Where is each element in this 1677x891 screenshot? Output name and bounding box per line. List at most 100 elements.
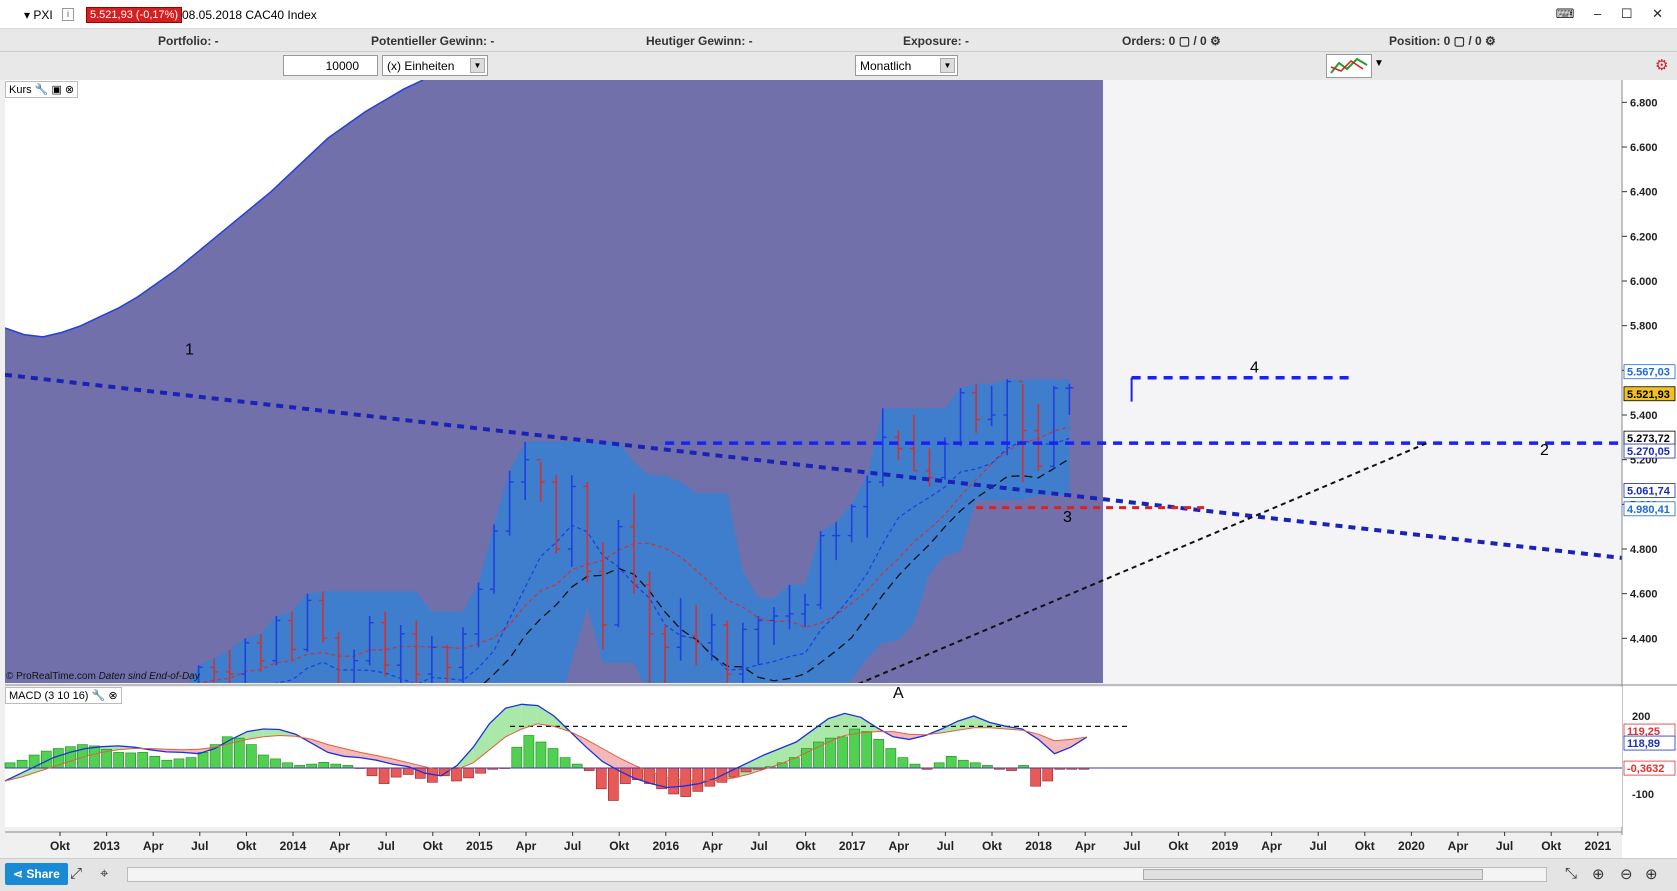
close-icon[interactable]: ⊗	[108, 690, 117, 702]
scrollbar-thumb[interactable]	[1143, 869, 1483, 880]
exposure-status: Exposure: -	[903, 34, 970, 48]
macd-histogram-bar	[813, 741, 824, 769]
date-instrument: 08.05.2018 CAC40 Index	[182, 8, 317, 22]
macd-histogram-bar	[668, 767, 679, 795]
macd-histogram-bar	[559, 757, 571, 769]
price-panel-title: Kurs	[9, 84, 32, 96]
macd-histogram-bar	[197, 752, 209, 769]
zoom-reset-icon[interactable]: ⊕	[1592, 865, 1605, 883]
annotation-label: 3	[1063, 509, 1072, 526]
y-tick-label: 5.800	[1630, 321, 1658, 333]
window-icon[interactable]: ▣	[51, 84, 61, 96]
annotation-label: 2	[1540, 442, 1549, 459]
macd-histogram-bar	[1030, 767, 1041, 787]
horizontal-scrollbar[interactable]	[127, 867, 1547, 882]
share-icon: ⋖	[13, 867, 27, 881]
x-tick-label: 2018	[1025, 839, 1052, 853]
macd-histogram-bar	[861, 731, 873, 769]
y-tick-label: 6.000	[1630, 276, 1658, 288]
macd-histogram-bar	[65, 746, 76, 769]
x-tick-label: Jul	[1310, 839, 1327, 853]
crosshair-tool-icon[interactable]: ⌖	[100, 865, 108, 882]
x-tick-label: 2016	[652, 839, 679, 853]
macd-panel-title: MACD (3 10 16)	[9, 690, 89, 702]
price-badge: 5.521,93 (-0,17%)	[86, 7, 183, 23]
cursor-tool-icon[interactable]: ⤢	[70, 865, 82, 882]
macd-histogram-bar	[680, 767, 692, 797]
y-tick-label: 4.800	[1630, 544, 1658, 556]
x-tick-label: Okt	[1355, 839, 1375, 853]
macd-histogram-bar	[149, 755, 161, 769]
x-tick-label: 2020	[1398, 839, 1425, 853]
macd-histogram-bar	[475, 767, 486, 774]
y-tick-label: 4.400	[1630, 633, 1658, 645]
macd-histogram-bar	[1042, 767, 1054, 782]
bottom-toolbar: ⋖ Share ⤢ ⌖ ⤡ ⊕ ⊖ ⊕	[0, 858, 1677, 891]
info-icon[interactable]: i	[62, 8, 74, 21]
y-tick-label: 6.400	[1630, 187, 1658, 199]
macd-histogram-bar	[788, 757, 800, 769]
zoom-out-icon[interactable]: ⊖	[1620, 865, 1633, 883]
period-select-label: Monatlich	[860, 59, 912, 73]
chart-type-dropdown-icon[interactable]: ▼	[1374, 58, 1384, 69]
close-icon[interactable]: ⊗	[65, 84, 74, 96]
window-controls[interactable]: ⌨ – ☐ ✕	[1556, 6, 1671, 22]
macd-tick-label: -100	[1632, 789, 1654, 801]
macd-histogram-bar	[330, 763, 342, 769]
macd-panel-label[interactable]: MACD (3 10 16) 🔧 ⊗	[5, 687, 122, 704]
price-label-text: 5.061,74	[1627, 485, 1671, 497]
macd-histogram-bar	[463, 767, 474, 779]
unit-select[interactable]: (x) Einheiten ▼	[382, 55, 488, 76]
x-tick-label: Okt	[236, 839, 256, 853]
copyright-text: © ProRealTime.com Daten sind End-of-Day	[6, 671, 200, 682]
macd-histogram-bar	[306, 763, 318, 769]
x-tick-label: Okt	[1541, 839, 1561, 853]
macd-label-text: 118,89	[1627, 738, 1660, 750]
quantity-input[interactable]: 10000	[283, 55, 378, 76]
x-tick-label: Jul	[937, 839, 954, 853]
position-status[interactable]: Position: 0 ▢ / 0 ⚙	[1389, 34, 1496, 48]
chart-type-icon	[1330, 57, 1368, 74]
x-tick-label: Apr	[516, 839, 537, 853]
x-tick-label: Apr	[329, 839, 350, 853]
macd-histogram-bar	[378, 767, 390, 784]
macd-histogram-bar	[535, 741, 547, 769]
macd-histogram-bar	[402, 767, 414, 775]
annotation-label: 1	[185, 342, 194, 359]
wrench-icon[interactable]: 🔧	[35, 84, 49, 96]
orders-status[interactable]: Orders: 0 ▢ / 0 ⚙	[1122, 34, 1221, 48]
x-tick-label: Apr	[143, 839, 164, 853]
chart-canvas[interactable]: 1234 4.4004.6004.8005.0005.2005.4005.600…	[0, 80, 1677, 858]
macd-histogram-bar	[270, 758, 281, 769]
macd-histogram-bar	[704, 767, 716, 787]
wrench-icon[interactable]: 🔧	[92, 690, 106, 702]
unit-select-label: (x) Einheiten	[387, 59, 455, 73]
price-label-text: 5.521,93	[1627, 389, 1670, 401]
x-tick-label: Okt	[1168, 839, 1188, 853]
share-button[interactable]: ⋖ Share	[5, 863, 68, 885]
zoom-fit-icon[interactable]: ⤡	[1565, 865, 1577, 882]
annotation-label: 4	[1250, 360, 1259, 377]
macd-histogram-bar	[16, 759, 28, 769]
x-tick-label: Jul	[1496, 839, 1513, 853]
price-panel-label[interactable]: Kurs 🔧 ▣ ⊗	[5, 81, 79, 98]
today-gain-status: Heutiger Gewinn: -	[646, 34, 753, 48]
x-tick-label: Jul	[564, 839, 581, 853]
zoom-in-icon[interactable]: ⊕	[1645, 865, 1658, 883]
price-label-text: 4.980,41	[1627, 504, 1670, 516]
period-select[interactable]: Monatlich ▼	[855, 55, 958, 76]
x-tick-label: 2017	[839, 839, 866, 853]
symbol-dropdown[interactable]: ▾ PXI	[24, 8, 53, 22]
tools-icon[interactable]: ⚙	[1655, 56, 1668, 74]
macd-histogram-bar	[137, 752, 149, 769]
x-tick-label: Jul	[378, 839, 395, 853]
x-axis-ticks: Okt 2013 Apr Jul Okt 2014 Apr Jul Okt 2015 Apr Jul O…	[50, 832, 1611, 853]
macd-histogram-bar	[969, 762, 981, 769]
chevron-down-icon: ▼	[470, 58, 485, 73]
macd-histogram-bar	[933, 762, 945, 769]
x-tick-label: Okt	[609, 839, 629, 853]
copyright-owner: © ProRealTime.com	[6, 671, 96, 682]
chart-type-button[interactable]	[1326, 54, 1372, 78]
macd-histogram-bar	[523, 735, 535, 769]
account-status-bar: Portfolio: - Potentieller Gewinn: - Heut…	[0, 29, 1677, 52]
